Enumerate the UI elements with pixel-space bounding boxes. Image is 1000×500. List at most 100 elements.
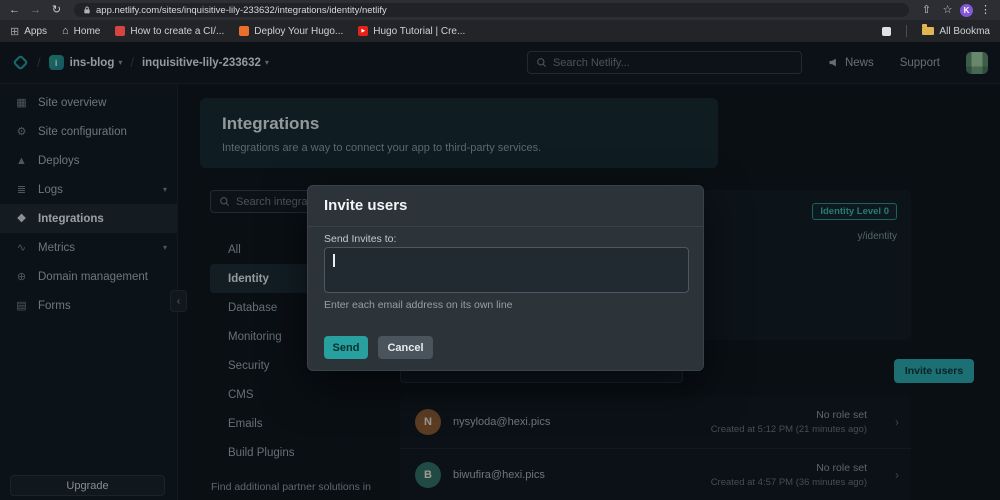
page-subtitle: Integrations are a way to connect your a… <box>222 142 542 154</box>
send-button[interactable]: Send <box>324 336 368 359</box>
breadcrumb-slash: / <box>37 55 41 70</box>
bookmark-favicon[interactable] <box>882 26 892 36</box>
back-icon[interactable]: ← <box>6 0 23 20</box>
sidebar-item-metrics[interactable]: ∿ Metrics ▾ <box>0 233 177 262</box>
sidebar-item-label: Logs <box>38 183 63 196</box>
modal-title: Invite users <box>324 197 408 214</box>
cancel-button[interactable]: Cancel <box>378 336 433 359</box>
user-avatar[interactable] <box>966 51 988 74</box>
sidebar: ▦ Site overview ⚙ Site configuration ▲ D… <box>0 84 178 500</box>
bookmark-home[interactable]: ⌂ Home <box>62 25 100 37</box>
bookmark-deploy-hugo[interactable]: Deploy Your Hugo... <box>239 26 343 37</box>
modal-divider <box>308 226 703 227</box>
sidebar-collapse-handle[interactable]: ‹ <box>170 290 187 312</box>
chevron-right-icon: › <box>895 415 899 429</box>
gear-icon: ⚙ <box>16 126 27 138</box>
partner-note: Find additional partner solutions in <box>211 481 371 493</box>
user-created: Created at 5:12 PM (21 minutes ago) <box>710 424 867 435</box>
chevron-down-icon: ▾ <box>264 58 269 67</box>
url-bar[interactable]: app.netlify.com/sites/inquisitive-lily-2… <box>74 3 909 17</box>
invite-emails-textarea[interactable] <box>324 247 689 293</box>
category-cms[interactable]: CMS <box>210 380 380 409</box>
chevron-down-icon: ▾ <box>118 58 123 67</box>
team-avatar: i <box>48 55 64 70</box>
forms-icon: ▤ <box>16 300 27 312</box>
bookmark-ci-tutorial[interactable]: How to create a CI/... <box>115 26 224 37</box>
megaphone-icon <box>829 58 836 67</box>
apps-grid-icon: ⊞ <box>10 25 20 38</box>
search-icon <box>537 58 546 68</box>
bookmark-label: Home <box>73 25 101 37</box>
bookmark-label: How to create a CI/... <box>130 25 225 37</box>
netlify-search-input[interactable] <box>552 56 793 69</box>
search-icon <box>220 197 230 207</box>
invite-emails-field-wrap <box>324 247 689 293</box>
breadcrumb-slash: / <box>130 55 134 70</box>
user-role: No role set <box>816 461 867 474</box>
share-icon[interactable]: ⇧ <box>918 0 935 20</box>
site-overview-icon: ▦ <box>16 97 27 109</box>
bookmarks-separator <box>906 25 908 37</box>
logs-icon: ≣ <box>16 184 27 196</box>
reload-icon[interactable]: ↻ <box>48 0 65 20</box>
identity-endpoint[interactable]: y/identity <box>858 231 897 242</box>
sidebar-item-label: Domain management <box>38 270 148 283</box>
chevron-right-icon: › <box>895 467 899 482</box>
netlify-app: / i ins-blog ▾ / inquisitive-lily-233632… <box>0 42 1000 500</box>
url-text: app.netlify.com/sites/inquisitive-lily-2… <box>96 4 387 16</box>
identity-level-badge: Identity Level 0 <box>812 203 897 220</box>
site-selector[interactable]: inquisitive-lily-233632 <box>142 57 261 69</box>
user-row[interactable]: N nysyloda@hexi.pics No role set Created… <box>400 396 911 448</box>
app-header: / i ins-blog ▾ / inquisitive-lily-233632… <box>0 42 1000 84</box>
chevron-down-icon: ▾ <box>162 243 167 252</box>
upgrade-button[interactable]: Upgrade <box>10 475 165 496</box>
sidebar-item-logs[interactable]: ≣ Logs ▾ <box>0 175 177 204</box>
sidebar-item-deploys[interactable]: ▲ Deploys <box>0 146 177 175</box>
bookmarks-bar: ⊞ Apps ⌂ Home How to create a CI/... Dep… <box>0 20 1000 42</box>
chevron-down-icon: ▾ <box>162 185 167 194</box>
invite-helper-text: Enter each email address on its own line <box>324 299 513 311</box>
sidebar-item-label: Site overview <box>38 96 107 109</box>
bookmark-favicon-orange <box>239 26 250 36</box>
invite-users-button[interactable]: Invite users <box>894 359 974 383</box>
bookmark-label: Deploy Your Hugo... <box>254 25 344 37</box>
sidebar-item-domain-management[interactable]: ⊕ Domain management <box>0 262 177 291</box>
browser-toolbar: ← → ↻ app.netlify.com/sites/inquisitive-… <box>0 0 1000 20</box>
avatar: N <box>415 409 441 435</box>
bookmark-hugo-tutorial[interactable]: ▶ Hugo Tutorial | Cre... <box>358 26 465 37</box>
domain-icon: ⊕ <box>16 271 27 283</box>
all-bookmarks-label: All Bookma <box>939 25 990 37</box>
deploys-icon: ▲ <box>16 154 27 167</box>
user-role: No role set <box>816 409 867 421</box>
user-meta: No role set Created at 4:57 PM (36 minut… <box>711 462 867 488</box>
browser-menu-icon[interactable]: ⋮ <box>977 0 994 20</box>
bookmark-apps[interactable]: ⊞ Apps <box>10 25 47 38</box>
sidebar-item-integrations[interactable]: ❖ Integrations <box>0 204 177 233</box>
sidebar-nav: ▦ Site overview ⚙ Site configuration ▲ D… <box>0 84 177 320</box>
user-row[interactable]: B biwufira@hexi.pics No role set Created… <box>400 448 911 500</box>
team-selector[interactable]: ins-blog <box>70 57 115 69</box>
integrations-hero: Integrations Integrations are a way to c… <box>200 98 718 168</box>
sidebar-item-site-overview[interactable]: ▦ Site overview <box>0 88 177 117</box>
forward-icon[interactable]: → <box>27 0 44 20</box>
lock-icon <box>84 6 90 14</box>
invite-users-modal: Invite users Send Invites to: Enter each… <box>307 185 704 371</box>
screen: ← → ↻ app.netlify.com/sites/inquisitive-… <box>0 0 1000 500</box>
bookmark-star-icon[interactable]: ☆ <box>939 0 956 20</box>
support-button[interactable]: Support <box>900 57 940 69</box>
home-icon: ⌂ <box>62 25 69 37</box>
sidebar-item-label: Deploys <box>38 154 80 167</box>
sidebar-item-site-configuration[interactable]: ⚙ Site configuration <box>0 117 177 146</box>
sidebar-item-label: Metrics <box>38 241 76 254</box>
bookmark-label: Apps <box>24 25 48 37</box>
sidebar-item-forms[interactable]: ▤ Forms <box>0 291 177 320</box>
category-emails[interactable]: Emails <box>210 409 380 438</box>
category-build-plugins[interactable]: Build Plugins <box>210 438 380 467</box>
netlify-logo-icon[interactable] <box>12 54 29 71</box>
users-list: N nysyloda@hexi.pics No role set Created… <box>400 396 911 500</box>
browser-profile-avatar[interactable]: K <box>960 3 973 17</box>
news-button[interactable]: News <box>828 57 874 69</box>
send-invites-label: Send Invites to: <box>324 233 397 245</box>
all-bookmarks[interactable]: All Bookma <box>922 24 990 37</box>
news-label: News <box>844 56 874 69</box>
